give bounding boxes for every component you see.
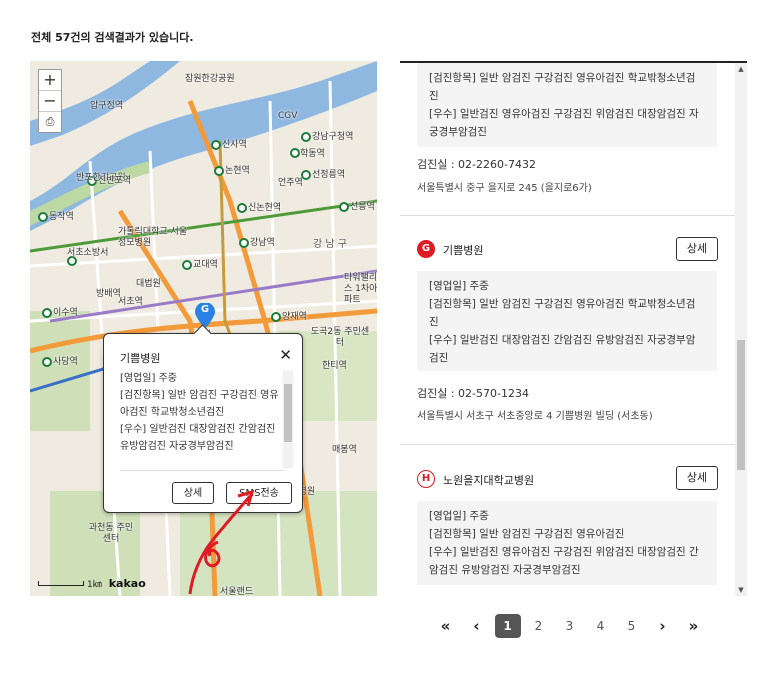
map-label: 서초역 xyxy=(118,297,143,307)
print-icon[interactable]: ⎙ xyxy=(39,112,61,132)
first-page-button[interactable]: « xyxy=(430,617,461,635)
map-label: 강 남 구 xyxy=(313,239,347,250)
page-button[interactable]: 2 xyxy=(523,619,554,633)
info-line: [검진항목] 일반 암검진 구강검진 영유아검진 학교밖청소년검진 xyxy=(429,298,696,328)
info-line: [검진항목] 일반 암검진 구강검진 영유아검진 학교밖청소년검진 xyxy=(429,72,696,102)
last-page-button[interactable]: » xyxy=(678,617,709,635)
map-label: 동작역 xyxy=(49,212,74,222)
list-item-address: 서울특별시 서초구 서초중앙로 4 기쁨병원 빌딩 (서초동) xyxy=(417,411,653,422)
kakao-logo: kakao xyxy=(108,577,146,590)
list-scrollbar[interactable]: ▲ ▼ xyxy=(735,63,747,596)
map-marker[interactable]: G xyxy=(195,302,215,329)
popup-divider xyxy=(120,470,284,471)
page-button[interactable]: 4 xyxy=(585,619,616,633)
map-label: 강남역 xyxy=(250,238,275,248)
hospital-type-badge-icon: G xyxy=(417,240,435,258)
zoom-out-button[interactable]: − xyxy=(39,91,61,112)
scroll-thumb[interactable] xyxy=(737,340,745,470)
zoom-control: + − ⎙ xyxy=(38,69,62,133)
info-line: [영업일] 주중 xyxy=(429,280,489,292)
prev-page-button[interactable]: ‹ xyxy=(461,617,492,635)
list-item-info: [검진항목] 일반 암검진 구강검진 영유아검진 학교밖청소년검진 [우수] 일… xyxy=(417,63,717,147)
map-label: 선정릉역 xyxy=(312,170,346,180)
annotation-arrow-icon xyxy=(188,489,255,595)
result-list[interactable]: [검진항목] 일반 암검진 구강검진 영유아검진 학교밖청소년검진 [우수] 일… xyxy=(400,61,747,596)
map-label: 신반포역 xyxy=(98,176,132,186)
map-label: 가톨릭대학교 서울성모병원 xyxy=(118,227,188,248)
map-label: CGV xyxy=(278,111,298,121)
map-label: 서초소방서 xyxy=(67,248,109,258)
map-label: 매봉역 xyxy=(332,445,357,455)
info-line: [우수] 일반검진 영유아검진 구강검진 위암검진 대장암검진 간암검진 유방암… xyxy=(429,546,699,576)
map-label: 언주역 xyxy=(278,178,303,188)
page-number: 1 xyxy=(494,614,521,638)
detail-button[interactable]: 상세 xyxy=(676,466,718,490)
info-line: [우수] 일반검진 대장암검진 간암검진 유방암검진 자궁경부암검진 xyxy=(429,334,696,364)
map-label: 신논현역 xyxy=(248,203,282,213)
map-label: 학동역 xyxy=(300,149,325,159)
hospital-name[interactable]: 노원을지대학교병원 xyxy=(443,472,534,488)
map-label: 과천동 주민센터 xyxy=(88,523,134,544)
popup-title: 기쁨병원 xyxy=(120,352,161,365)
scroll-down-icon[interactable]: ▼ xyxy=(735,584,747,596)
map-panel[interactable]: + − ⎙ 잠원한강공원 반포한강공원 CGV 신사역 강남구청역 논현역 선정… xyxy=(30,61,377,596)
info-line: [영업일] 주중 xyxy=(429,510,489,522)
list-item-address: 서울특별시 중구 을지로 245 (을지로6가) xyxy=(417,183,592,194)
list-item-phone: 검진실 : 02-2260-7432 xyxy=(417,158,536,171)
info-line: [검진항목] 일반 암검진 구강검진 영유아검진 xyxy=(429,528,625,540)
page-button[interactable]: 3 xyxy=(554,619,585,633)
hospital-name[interactable]: 기쁨병원 xyxy=(443,242,483,258)
hospital-type-badge-icon: H xyxy=(417,470,435,488)
popup-line: [우수] 일반검진 대장암검진 간암검진 유방암검진 자궁경부암검진 xyxy=(120,424,276,452)
map-label: 논현역 xyxy=(225,166,250,176)
page-button[interactable]: 5 xyxy=(616,619,647,633)
map-label: 신사역 xyxy=(222,140,247,150)
page-button-current[interactable]: 1 xyxy=(492,614,523,638)
list-item-info: [영업일] 주중 [검진항목] 일반 암검진 구강검진 영유아검진 학교밖청소년… xyxy=(417,271,717,371)
next-page-button[interactable]: › xyxy=(647,617,678,635)
map-scale: 1㎞ kakao xyxy=(38,577,146,590)
map-label: 사당역 xyxy=(53,357,78,367)
popup-body: [영업일] 주중 [검진항목] 일반 암검진 구강검진 영유아검진 학교밖청소년… xyxy=(120,370,280,462)
zoom-in-button[interactable]: + xyxy=(39,70,61,91)
map-label: 타워팰리스 1차아파트 xyxy=(344,273,377,305)
detail-button[interactable]: 상세 xyxy=(676,237,718,261)
map-label: 교대역 xyxy=(193,260,218,270)
map-label: 이수역 xyxy=(53,308,78,318)
map-label: 방배역 xyxy=(96,289,121,299)
marker-label: G xyxy=(200,304,210,315)
map-label: 대법원 xyxy=(136,279,161,289)
pagination: « ‹ 1 2 3 4 5 › » xyxy=(430,613,709,639)
popup-line: [영업일] 주중 xyxy=(120,373,177,384)
scroll-up-icon[interactable]: ▲ xyxy=(735,63,747,75)
map-label: 양재역 xyxy=(282,312,307,322)
list-item-phone: 검진실 : 02-570-1234 xyxy=(417,387,529,400)
info-line: [우수] 일반검진 영유아검진 구강검진 위암검진 대장암검진 자궁경부암검진 xyxy=(429,108,699,138)
map-label: 도곡2동 주민센터 xyxy=(310,327,370,348)
list-item-info: [영업일] 주중 [검진항목] 일반 암검진 구강검진 영유아검진 [우수] 일… xyxy=(417,501,717,585)
result-count-text: 전체 57건의 검색결과가 있습니다. xyxy=(31,31,194,44)
list-divider xyxy=(400,215,735,216)
close-icon[interactable]: ✕ xyxy=(279,346,292,364)
map-label: 선릉역 xyxy=(350,202,375,212)
scale-label: 1㎞ xyxy=(87,580,102,590)
popup-scrollbar[interactable] xyxy=(283,370,293,468)
map-label: 한티역 xyxy=(322,361,347,371)
list-divider xyxy=(400,444,735,445)
map-label: 잠원한강공원 xyxy=(185,74,235,84)
map-label: 강남구청역 xyxy=(312,132,354,142)
popup-line: [검진항목] 일반 암검진 구강검진 영유아검진 학교밖청소년검진 xyxy=(120,390,279,418)
map-label: 압구정역 xyxy=(90,101,124,111)
